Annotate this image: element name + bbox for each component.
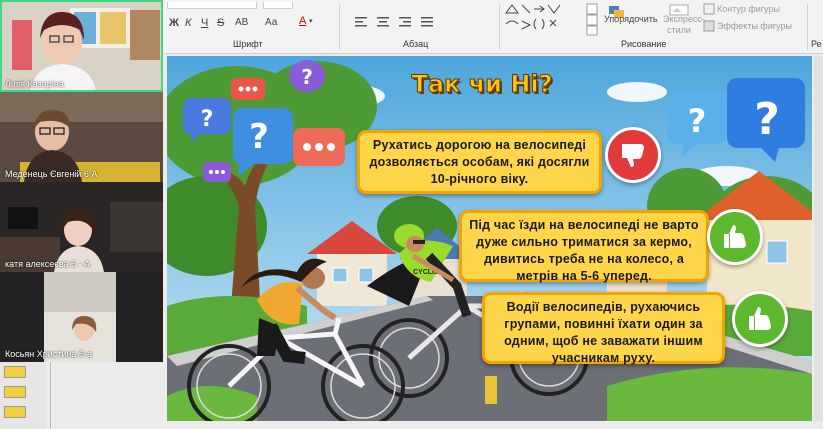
ribbon-separator xyxy=(339,4,340,50)
align-center-icon[interactable] xyxy=(377,17,389,27)
statement-card[interactable]: Водії велосипедів, рухаючись групами, по… xyxy=(482,292,725,365)
cross-shape-icon xyxy=(549,19,557,27)
strikethrough-button[interactable]: S xyxy=(217,17,224,29)
slide-thumbnails xyxy=(0,362,46,429)
shape-outline-icon xyxy=(703,3,715,15)
ribbon-separator xyxy=(807,4,808,50)
statement-text: Під час їзди на велосипеді не варто дуже… xyxy=(469,218,699,283)
slide-thumbnail[interactable] xyxy=(4,386,26,398)
brace-left-icon xyxy=(533,18,537,30)
justify-icon[interactable] xyxy=(421,17,433,27)
thumbs-up-icon[interactable] xyxy=(732,291,788,347)
triangle-shape-icon xyxy=(505,4,519,14)
align-right-icon[interactable] xyxy=(399,17,411,27)
participants-panel: Лілія Казаріна Меденець Євгеній 6 А катя… xyxy=(0,0,163,362)
change-case-button[interactable]: Аа xyxy=(265,17,277,28)
shapes-gallery[interactable] xyxy=(503,2,599,36)
slide-canvas[interactable]: ? ? ? ? ? CYCLIST Так чи Ні? Рухатись до… xyxy=(167,56,812,421)
participant-tile[interactable]: Лілія Казаріна xyxy=(0,0,163,92)
thumbs-down-icon[interactable] xyxy=(605,127,661,183)
ribbon-separator xyxy=(499,4,500,50)
quick-styles-sublabel: стили xyxy=(667,25,691,35)
italic-button[interactable]: К xyxy=(185,17,191,29)
arrange-button[interactable]: Упорядочить xyxy=(604,14,658,24)
statement-text: Водії велосипедів, рухаючись групами, по… xyxy=(504,300,703,365)
statement-card[interactable]: Рухатись дорогою на велосипеді дозволяєт… xyxy=(357,130,602,194)
shape-outline-button[interactable]: Контур фигуры xyxy=(717,4,780,14)
participant-name: Косьян Христина 6-а xyxy=(5,349,92,359)
drawing-group-label: Рисование xyxy=(621,39,667,49)
shape-effects-icon xyxy=(703,20,715,32)
line-shape-icon xyxy=(521,4,531,14)
participant-tile[interactable]: катя алексеєва 6 - А xyxy=(0,182,163,272)
participant-name: Меденець Євгеній 6 А xyxy=(5,169,98,179)
svg-text:?: ? xyxy=(754,94,780,145)
bold-button[interactable]: Ж xyxy=(169,17,179,29)
ribbon: Ж К Ч S АВ Аа А ▾ Шрифт Абзац Упорядочит… xyxy=(163,0,823,54)
thumbs-up-icon[interactable] xyxy=(707,209,763,265)
chat-bubble-icon xyxy=(293,128,345,166)
svg-text:?: ? xyxy=(249,117,269,157)
slide-thumbnail[interactable] xyxy=(4,406,26,418)
paragraph-buttons xyxy=(355,17,433,27)
character-spacing-button[interactable]: АВ xyxy=(235,17,248,28)
brace-right-icon xyxy=(541,18,545,30)
paragraph-group-label: Абзац xyxy=(403,39,429,49)
svg-text:?: ? xyxy=(688,102,707,140)
chat-bubble-icon xyxy=(231,78,265,100)
statement-text: Рухатись дорогою на велосипеді дозволяєт… xyxy=(369,138,590,186)
arrow-shape-icon xyxy=(534,5,545,13)
font-color-button[interactable]: А xyxy=(299,15,306,27)
slide-title: Так чи Ні? xyxy=(411,70,553,99)
participant-tile[interactable]: Косьян Христина 6-а xyxy=(0,272,163,362)
participant-tile[interactable]: Меденець Євгеній 6 А xyxy=(0,92,163,182)
statement-card[interactable]: Під час їзди на велосипеді не варто дуже… xyxy=(459,210,709,283)
participant-name: Лілія Казаріна xyxy=(5,79,64,89)
participant-name: катя алексеєва 6 - А xyxy=(5,259,91,269)
chevron-shape-icon xyxy=(521,20,532,30)
font-group-label: Шрифт xyxy=(233,39,263,49)
editing-group-label: Ре xyxy=(811,39,822,49)
chevron-down-icon[interactable]: ▾ xyxy=(309,17,313,25)
quick-styles-button[interactable]: Экспресс- xyxy=(663,14,705,24)
shape-effects-button[interactable]: Эффекты фигуры xyxy=(717,21,792,31)
slide-thumbnail[interactable] xyxy=(4,366,26,378)
font-size-box[interactable] xyxy=(263,2,293,9)
svg-text:?: ? xyxy=(301,65,313,89)
font-name-box[interactable] xyxy=(167,2,257,9)
question-bubble-icon: ? xyxy=(289,60,325,92)
app-window: Лілія Казаріна Меденець Євгеній 6 А катя… xyxy=(0,0,823,429)
align-left-icon[interactable] xyxy=(355,17,367,27)
svg-text:?: ? xyxy=(201,107,214,132)
vertical-scrollbar[interactable] xyxy=(814,56,823,421)
zigzag-shape-icon xyxy=(547,4,561,14)
arc-shape-icon xyxy=(505,20,519,25)
panel-divider xyxy=(50,362,51,429)
chat-bubble-icon xyxy=(203,162,231,182)
underline-button[interactable]: Ч xyxy=(201,17,208,29)
